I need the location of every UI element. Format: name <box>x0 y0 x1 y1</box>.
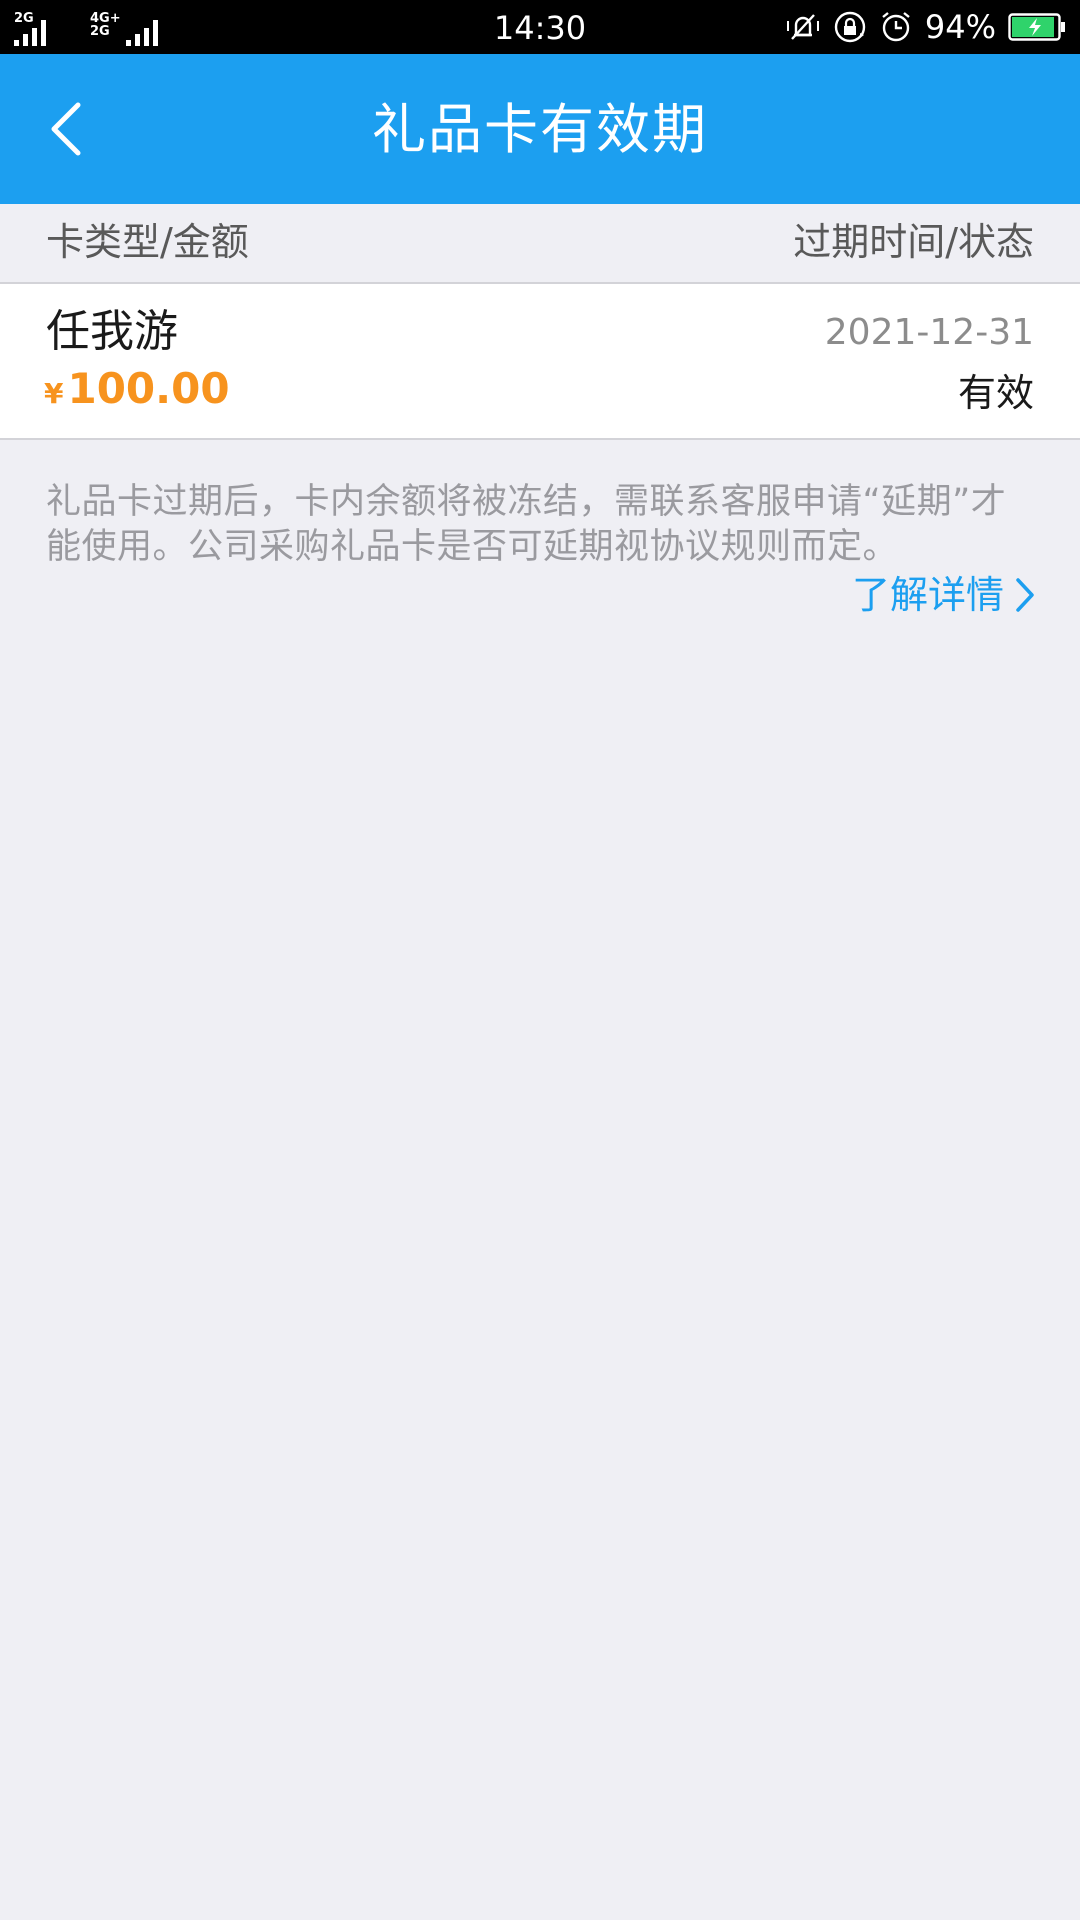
chevron-right-icon <box>1016 578 1034 612</box>
expiry-notice: 礼品卡过期后，卡内余额将被冻结，需联系客服申请“延期”才能使用。公司采购礼品卡是… <box>46 482 1007 567</box>
gift-card-row[interactable]: 任我游 ¥100.00 2021-12-31 有效 <box>0 284 1080 440</box>
currency-symbol: ¥ <box>44 377 64 410</box>
column-header: 卡类型/金额 过期时间/状态 <box>0 204 1080 284</box>
mute-vibrate-icon <box>785 11 821 43</box>
page-title: 礼品卡有效期 <box>372 98 708 161</box>
system-icons: 94% <box>785 8 1066 46</box>
column-header-expiry-status: 过期时间/状态 <box>793 220 1034 264</box>
card-name: 任我游 <box>46 306 178 357</box>
rotation-lock-icon <box>833 10 867 44</box>
alarm-icon <box>879 10 913 44</box>
learn-more-link[interactable]: 了解详情 <box>852 570 1036 620</box>
card-amount: ¥100.00 <box>44 364 230 419</box>
card-expiry-date: 2021-12-31 <box>824 312 1034 353</box>
battery-charging-icon <box>1008 13 1066 41</box>
column-header-type-amount: 卡类型/金额 <box>46 220 249 264</box>
status-bar: 2G 4G+ 2G 14:30 94% <box>0 0 1080 54</box>
app-header: 礼品卡有效期 <box>0 54 1080 204</box>
card-status: 有效 <box>957 371 1034 415</box>
amount-value: 100.00 <box>67 364 230 413</box>
battery-percent: 94% <box>924 8 996 46</box>
learn-more-label: 了解详情 <box>851 573 1004 617</box>
